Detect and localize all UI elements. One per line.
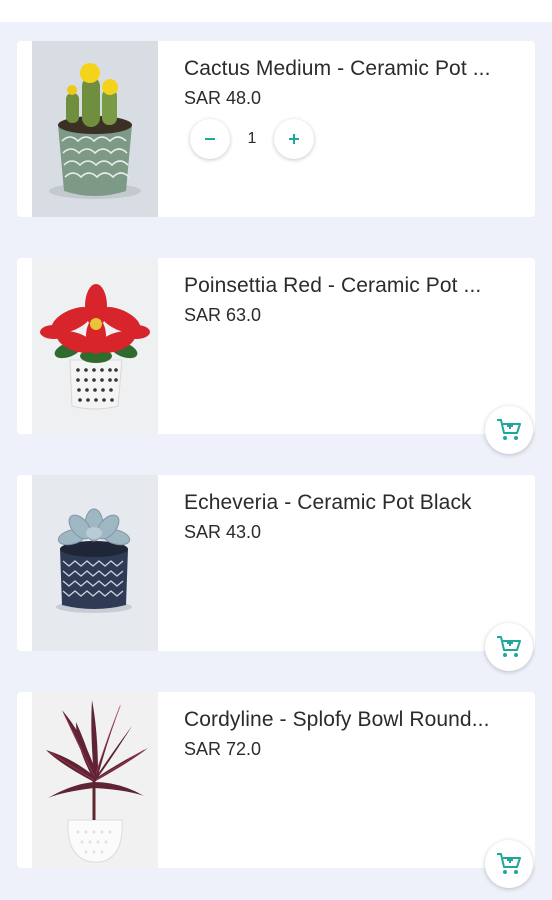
cordyline-bowl-image [32, 692, 158, 868]
product-image [32, 258, 158, 434]
product-image [32, 475, 158, 651]
add-to-cart-button[interactable] [485, 623, 533, 671]
decrease-quantity-button[interactable] [190, 119, 230, 159]
add-to-cart-icon [497, 419, 521, 440]
quantity-value: 1 [247, 130, 257, 147]
increase-quantity-button[interactable] [274, 119, 314, 159]
product-card[interactable]: Cordyline - Splofy Bowl Round... SAR 72.… [17, 692, 535, 888]
cactus-pot-image [32, 41, 158, 217]
product-name[interactable]: Poinsettia Red - Ceramic Pot ... [184, 274, 524, 298]
quantity-stepper: 1 [190, 119, 320, 159]
echeveria-pot-image [32, 475, 158, 651]
product-price: SAR 63.0 [184, 305, 262, 325]
add-to-cart-icon [497, 853, 521, 874]
product-card[interactable]: Echeveria - Ceramic Pot Black SAR 43.0 [17, 475, 535, 671]
product-image [32, 692, 158, 868]
product-price: SAR 43.0 [184, 522, 262, 542]
product-name[interactable]: Cordyline - Splofy Bowl Round... [184, 708, 524, 732]
product-price: SAR 72.0 [184, 739, 262, 759]
product-card[interactable]: Cactus Medium - Ceramic Pot ... SAR 48.0… [17, 41, 535, 217]
minus-icon [205, 138, 215, 140]
product-price: SAR 48.0 [184, 88, 262, 108]
product-card[interactable]: Poinsettia Red - Ceramic Pot ... SAR 63.… [17, 258, 535, 454]
top-bar [0, 0, 552, 22]
add-to-cart-button[interactable] [485, 840, 533, 888]
poinsettia-pot-image [32, 258, 158, 434]
add-to-cart-button[interactable] [485, 406, 533, 454]
add-to-cart-icon [497, 636, 521, 657]
product-name[interactable]: Cactus Medium - Ceramic Pot ... [184, 57, 524, 81]
product-image [32, 41, 158, 217]
plus-icon [289, 134, 299, 144]
product-name[interactable]: Echeveria - Ceramic Pot Black [184, 491, 524, 515]
